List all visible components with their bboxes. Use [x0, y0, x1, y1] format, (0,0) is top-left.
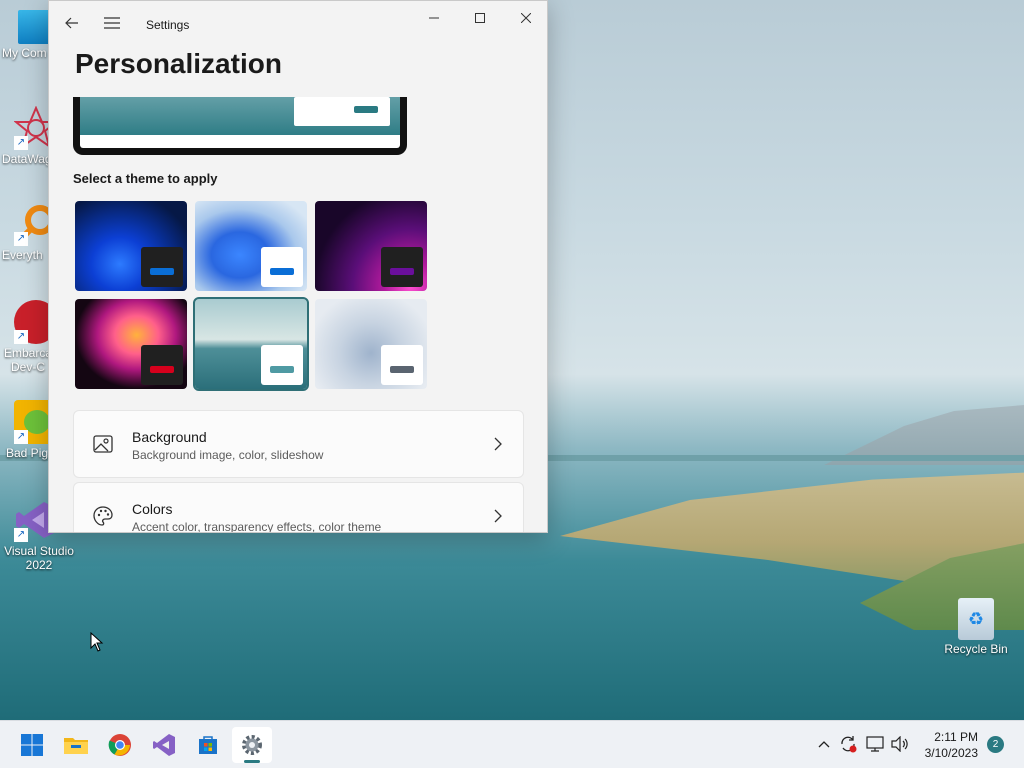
theme-mini-window — [381, 345, 423, 385]
taskbar-file-explorer[interactable] — [56, 727, 96, 763]
theme-mini-window — [381, 247, 423, 287]
folder-icon — [64, 738, 88, 754]
accent-swatch — [390, 366, 414, 373]
page-title: Personalization — [75, 48, 282, 79]
app-title: Settings — [146, 18, 190, 32]
theme-tile-glow[interactable] — [315, 201, 427, 291]
desktop-icon-label: Recycle Bin — [944, 642, 1008, 656]
taskbar-settings[interactable] — [232, 727, 272, 763]
theme-grid — [73, 199, 433, 395]
visual-studio-icon — [153, 734, 175, 756]
accent-swatch — [270, 366, 294, 373]
close-icon — [521, 13, 531, 23]
maximize-button[interactable] — [457, 1, 503, 35]
settings-content[interactable]: Select a theme to apply Background Backg… — [49, 97, 547, 533]
clock-date: 3/10/2023 — [924, 746, 978, 760]
navigation-menu-button[interactable] — [95, 7, 129, 39]
shortcut-arrow-icon: ↗ — [14, 528, 28, 542]
settings-window: Settings Personalization Select a theme … — [48, 0, 548, 533]
background-setting-card[interactable]: Background Background image, color, slid… — [73, 410, 524, 478]
shortcut-arrow-icon: ↗ — [14, 330, 28, 344]
mouse-cursor-icon — [90, 632, 104, 652]
hamburger-icon — [104, 17, 120, 29]
chevron-right-icon — [494, 509, 502, 523]
theme-tile-flow[interactable] — [315, 299, 427, 389]
clock[interactable]: 2:11 PM 3/10/2023 — [925, 729, 978, 761]
windows-logo-icon — [21, 734, 43, 756]
accent-swatch — [150, 366, 174, 373]
taskbar: 2:11 PM 3/10/2023 2 — [0, 720, 1024, 768]
start-button[interactable] — [12, 727, 52, 763]
palette-icon — [93, 506, 113, 526]
chevron-up-icon — [818, 741, 830, 748]
card-title: Colors — [132, 501, 173, 517]
chevron-right-icon — [494, 437, 502, 451]
shortcut-arrow-icon: ↗ — [14, 430, 28, 444]
shortcut-arrow-icon: ↗ — [14, 136, 28, 150]
chrome-icon — [108, 734, 131, 756]
recycle-bin-icon: ♻ — [958, 598, 994, 640]
tray-network[interactable] — [864, 733, 886, 755]
preview-window — [294, 97, 390, 126]
tray-volume[interactable] — [889, 733, 911, 755]
shortcut-arrow-icon: ↗ — [14, 232, 28, 246]
image-icon — [93, 435, 113, 453]
back-arrow-icon — [65, 17, 78, 29]
taskbar-microsoft-store[interactable] — [188, 727, 228, 763]
notification-badge[interactable]: 2 — [987, 736, 1004, 753]
taskbar-visual-studio[interactable] — [144, 727, 184, 763]
gear-icon — [242, 735, 262, 755]
card-subtitle: Background image, color, slideshow — [132, 448, 324, 462]
desktop-icon-recycle-bin[interactable]: ♻ Recycle Bin — [938, 598, 1014, 656]
minimize-icon — [429, 17, 439, 19]
accent-swatch — [390, 268, 414, 275]
theme-mini-window — [141, 345, 183, 385]
maximize-icon — [475, 13, 485, 23]
accent-swatch — [270, 268, 294, 275]
theme-tile-sunrise[interactable] — [193, 297, 309, 391]
theme-tile-captured-motion[interactable] — [75, 299, 187, 389]
active-app-indicator — [244, 760, 260, 763]
clock-time: 2:11 PM — [934, 730, 978, 744]
theme-mini-window — [261, 345, 303, 385]
desktop-icon-label: Visual Studio 2022 — [4, 544, 74, 572]
theme-mini-window — [141, 247, 183, 287]
accent-swatch — [150, 268, 174, 275]
theme-tile-windows-light[interactable] — [195, 201, 307, 291]
close-button[interactable] — [503, 1, 547, 35]
colors-setting-card[interactable]: Colors Accent color, transparency effect… — [73, 482, 524, 533]
back-button[interactable] — [55, 7, 89, 39]
card-title: Background — [132, 429, 207, 445]
sync-icon — [841, 736, 857, 753]
store-icon — [199, 736, 217, 754]
minimize-button[interactable] — [411, 1, 457, 35]
show-hidden-icons-button[interactable] — [813, 733, 835, 755]
theme-preview — [73, 97, 407, 155]
speaker-icon — [891, 736, 908, 752]
theme-section-label: Select a theme to apply — [73, 171, 218, 186]
network-icon — [866, 736, 884, 752]
card-subtitle: Accent color, transparency effects, colo… — [132, 520, 382, 533]
taskbar-chrome[interactable] — [100, 727, 140, 763]
theme-mini-window — [261, 247, 303, 287]
theme-tile-windows-dark[interactable] — [75, 201, 187, 291]
title-bar: Settings — [49, 1, 547, 49]
tray-update-status[interactable] — [837, 733, 859, 755]
